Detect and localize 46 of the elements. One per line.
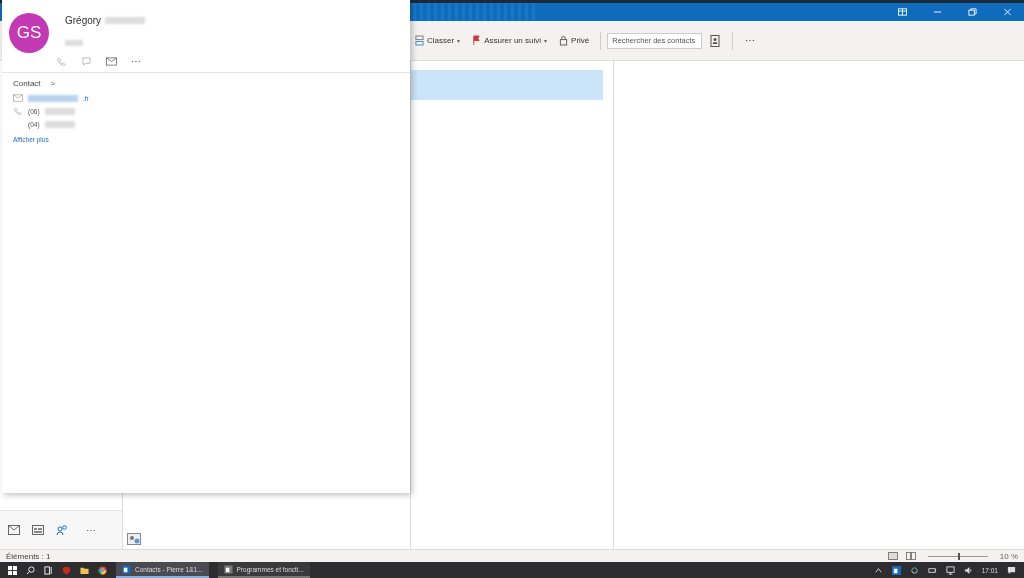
chevron-icon[interactable]: > [50,79,56,88]
shield-icon[interactable] [62,565,71,575]
speaker-icon[interactable] [963,565,973,575]
redacted-text [28,94,78,102]
zoom-percentage: 10 % [999,551,1018,561]
sync-icon[interactable] [909,565,919,575]
reading-view-icon[interactable] [905,552,916,560]
app-tray-icon[interactable] [891,565,901,575]
network-icon[interactable] [945,565,955,575]
section-title: Contact [13,79,41,88]
mail-icon[interactable] [106,56,117,66]
browser-icon[interactable] [98,565,107,575]
redacted-text [44,120,75,128]
phone-icon [13,107,23,115]
app-icon [122,564,131,574]
redacted-text [105,17,146,24]
redacted-text [44,107,75,115]
calendar-icon[interactable] [32,525,44,535]
people-icon[interactable] [56,525,68,535]
tag-icon [415,35,424,46]
item-count: Éléments : 1 [6,551,51,561]
start-icon[interactable] [8,565,17,575]
lock-icon [559,35,569,46]
avatar: GS [9,13,49,53]
ribbon-button[interactable]: Privé [554,33,595,48]
notification-icon[interactable] [1007,565,1016,575]
app-icon [223,564,233,574]
more-button[interactable]: ⋯ [131,55,141,67]
restore-icon[interactable] [968,8,977,16]
task-view-icon[interactable] [44,565,53,575]
contact-card-icon[interactable] [127,533,141,545]
search-icon[interactable] [26,565,35,575]
display-options-icon[interactable] [898,8,907,16]
folder-icon[interactable] [80,565,89,575]
flag-icon [472,35,482,46]
normal-view-icon[interactable] [887,552,898,560]
address-book-icon[interactable] [710,34,721,47]
more-button[interactable]: ⋯ [80,523,102,537]
more-button[interactable]: ⋯ [739,35,762,46]
mail-icon[interactable] [8,525,20,535]
redacted-text [65,40,83,46]
contact-name: Grégory [65,15,102,26]
chevron-up-icon[interactable] [873,565,883,575]
battery-icon[interactable] [927,565,937,575]
mail-icon [13,94,23,102]
close-icon[interactable] [1003,8,1012,16]
